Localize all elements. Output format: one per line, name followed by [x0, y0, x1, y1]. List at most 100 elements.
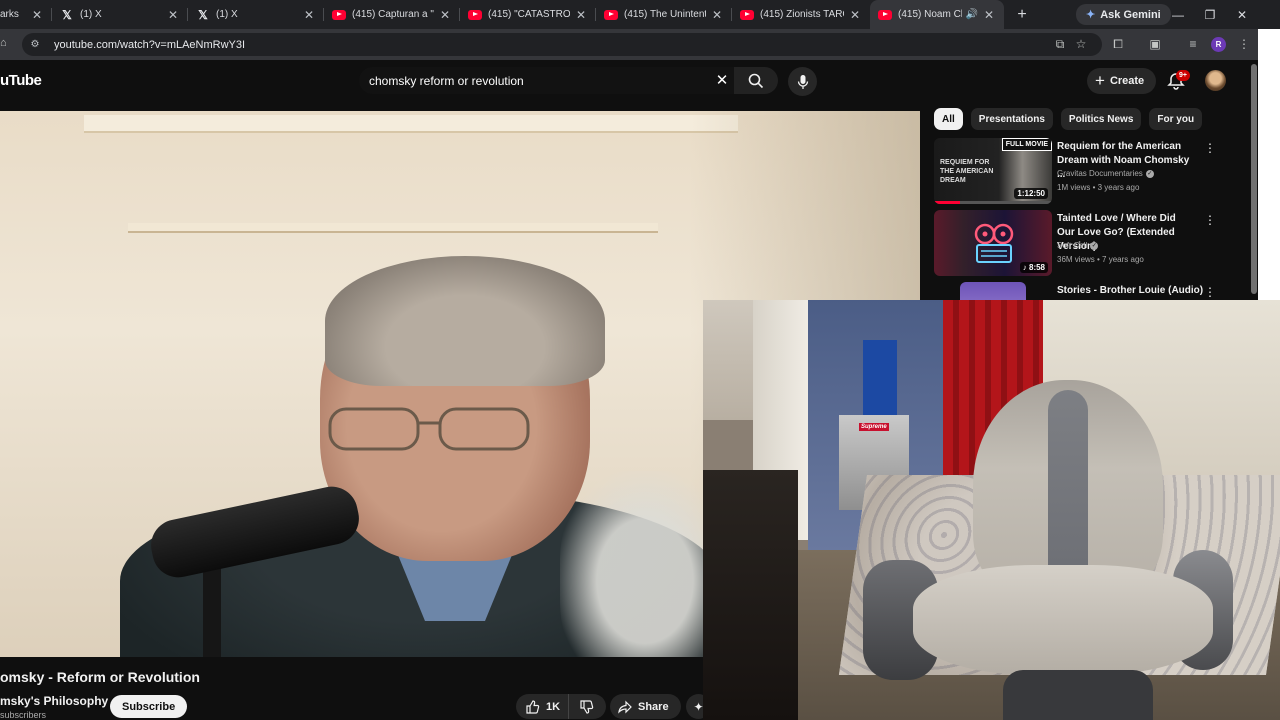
create-button[interactable]: + Create [1087, 68, 1157, 94]
gemini-sparkle-icon: ✦ [1086, 9, 1096, 21]
home-icon[interactable]: ⌂ [0, 37, 10, 51]
recommendation-channel[interactable]: Soft Cell ✓ [1057, 241, 1099, 250]
chip-presentations[interactable]: Presentations [970, 108, 1053, 130]
more-options-icon[interactable]: ⋮ [1204, 212, 1216, 228]
video-thumbnail[interactable]: REQUIEM FOR THE AMERICAN DREAM FULL MOVI… [934, 138, 1052, 204]
close-icon[interactable]: ✕ [982, 8, 996, 22]
youtube-header: uTube chomsky reform or revolution ✕ + C… [0, 60, 1250, 104]
like-button[interactable]: 1K [516, 694, 570, 719]
tab-bookmarks[interactable]: arks ✕ [0, 0, 52, 29]
extensions-icon[interactable]: ⧠ [1109, 35, 1127, 53]
channel-name[interactable]: msky's Philosophy [0, 694, 108, 708]
voice-search-button[interactable] [788, 67, 817, 96]
more-options-icon[interactable]: ⋮ [1204, 284, 1216, 300]
verified-check-icon: ✓ [1145, 169, 1154, 178]
maximize-button[interactable]: ❐ [1194, 0, 1226, 29]
recommendation-channel[interactable]: Gravitas Documentaries ✓ [1057, 169, 1154, 178]
recommendation-meta: 36M views • 7 years ago [1057, 255, 1144, 264]
ask-gemini-button[interactable]: ✦ Ask Gemini [1076, 4, 1171, 25]
webcam-overlay: Supreme [703, 300, 1280, 720]
x-icon: 𝕏 [198, 7, 208, 22]
site-info-icon[interactable]: ⚙ [28, 38, 42, 52]
tab-x-2[interactable]: 𝕏 (1) X ✕ [188, 0, 324, 29]
search-input[interactable]: chomsky reform or revolution [359, 67, 734, 94]
youtube-icon [878, 8, 892, 22]
video-thumbnail[interactable] [960, 282, 1026, 300]
speaker-icon[interactable]: 🔊 [966, 9, 978, 20]
webcam-shelf [703, 470, 798, 720]
close-window-button[interactable]: ✕ [1226, 0, 1258, 29]
account-avatar[interactable] [1205, 70, 1226, 91]
webcam-sticker: Supreme [859, 423, 889, 431]
tab-youtube-2[interactable]: (415) "CATASTROPHIC ✕ [460, 0, 596, 29]
recommendation-title[interactable]: Stories - Brother Louie (Audio) [1057, 284, 1217, 298]
x-icon: 𝕏 [62, 7, 72, 22]
share-button[interactable]: Share [610, 694, 681, 719]
thumbnail-text: REQUIEM FOR THE AMERICAN DREAM [940, 159, 994, 184]
tab-title: (1) X [80, 9, 102, 20]
profile-avatar[interactable]: R [1211, 37, 1226, 52]
search-query: chomsky reform or revolution [369, 73, 524, 88]
microphone-icon [797, 74, 808, 89]
webcam-chair-seat [913, 565, 1213, 675]
chip-politics-news[interactable]: Politics News [1060, 108, 1142, 130]
tab-title: (415) The Unintentiona [624, 9, 706, 20]
bookmark-star-icon[interactable]: ☆ [1072, 35, 1090, 53]
duration-badge: ♪ 8:58 [1019, 262, 1048, 273]
share-arrow-icon [618, 700, 632, 714]
recommendation-meta: 1M views • 3 years ago [1057, 183, 1140, 192]
video-thumbnail[interactable]: ♪ 8:58 [934, 210, 1052, 276]
channel-label: Soft Cell [1057, 241, 1088, 250]
search-icon [748, 73, 764, 88]
tab-youtube-3[interactable]: (415) The Unintentiona ✕ [596, 0, 732, 29]
minimize-button[interactable]: — [1162, 0, 1194, 29]
webcam-blue-box [863, 340, 897, 415]
thumbs-down-icon [580, 699, 594, 714]
tab-title: (415) Capturan a "El Jar [352, 9, 434, 20]
tab-youtube-1[interactable]: (415) Capturan a "El Jar ✕ [324, 0, 460, 29]
reel-to-reel-icon [974, 223, 1014, 263]
search-button[interactable] [734, 67, 778, 94]
like-count: 1K [546, 700, 561, 713]
plus-icon: + [1095, 71, 1105, 90]
address-bar[interactable]: ⚙ youtube.com/watch?v=mLAeNmRwY3I [22, 33, 1102, 56]
share-label: Share [638, 700, 669, 713]
close-icon[interactable]: ✕ [710, 8, 724, 22]
video-scene-wall [84, 115, 738, 133]
tab-youtube-active[interactable]: (415) Noam Chom 🔊 ✕ [870, 0, 1004, 29]
dislike-button[interactable] [569, 694, 605, 719]
close-icon[interactable]: ✕ [30, 8, 44, 22]
youtube-logo[interactable]: uTube [0, 72, 42, 89]
chip-for-you[interactable]: For you [1149, 108, 1203, 130]
tab-youtube-4[interactable]: (415) Zionists TARGET ✕ [732, 0, 870, 29]
install-app-icon[interactable]: ⧉ [1051, 35, 1069, 53]
chip-all[interactable]: All [934, 108, 963, 130]
more-options-icon[interactable]: ⋮ [1204, 140, 1216, 156]
scrollbar-thumb[interactable] [1251, 64, 1257, 294]
screen: arks ✕ 𝕏 (1) X ✕ 𝕏 (1) X ✕ (415) Captura… [0, 0, 1280, 720]
youtube-icon [468, 8, 482, 22]
recommendation-item[interactable]: REQUIEM FOR THE AMERICAN DREAM FULL MOVI… [934, 138, 1239, 204]
tab-title: (415) "CATASTROPHIC [488, 9, 570, 20]
sidepanel-icon[interactable]: ▣ [1146, 35, 1164, 53]
close-icon[interactable]: ✕ [302, 8, 316, 22]
verified-check-icon: ✓ [1090, 241, 1099, 250]
youtube-icon [332, 8, 346, 22]
browser-menu-icon[interactable]: ⋮ [1235, 35, 1253, 53]
close-icon[interactable]: ✕ [574, 8, 588, 22]
clear-search-icon[interactable]: ✕ [712, 70, 732, 90]
media-control-icon[interactable]: ≡ [1184, 35, 1202, 53]
window-edge [1258, 29, 1280, 300]
video-scene-rail [128, 223, 658, 233]
close-icon[interactable]: ✕ [166, 8, 180, 22]
recommendation-item[interactable]: Stories - Brother Louie (Audio) ⋮ [934, 282, 1239, 300]
tab-x-1[interactable]: 𝕏 (1) X ✕ [52, 0, 188, 29]
close-icon[interactable]: ✕ [848, 8, 862, 22]
tab-title: arks [0, 9, 19, 20]
close-icon[interactable]: ✕ [438, 8, 452, 22]
subscribe-button[interactable]: Subscribe [110, 695, 188, 718]
new-tab-button[interactable]: + [1010, 3, 1034, 27]
recommendation-item[interactable]: ♪ 8:58 Tainted Love / Where Did Our Love… [934, 210, 1239, 276]
duration-badge: 1:12:50 [1014, 188, 1048, 199]
youtube-icon [740, 8, 754, 22]
